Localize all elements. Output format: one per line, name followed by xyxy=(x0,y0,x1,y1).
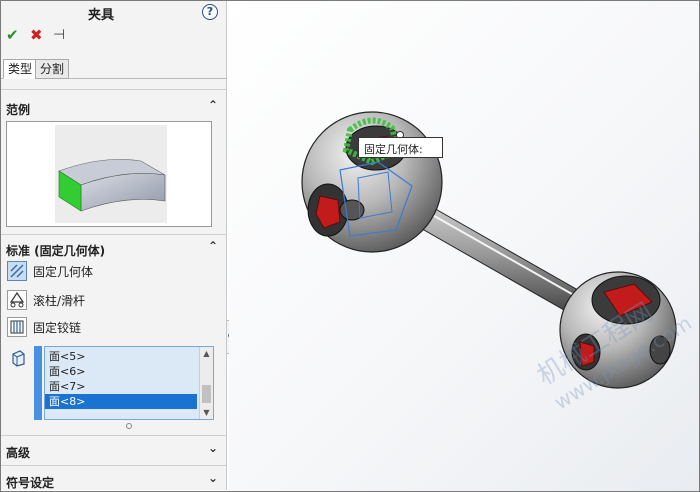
advanced-section-header[interactable]: 高级 ⌄ xyxy=(1,441,227,461)
standard-section-label: 标准 (固定几何体) xyxy=(6,244,106,258)
cancel-x-icon[interactable]: ✖ xyxy=(30,26,43,44)
tab-bar: 类型 分割 xyxy=(1,59,227,79)
pushpin-icon[interactable]: ⊣ xyxy=(53,27,65,43)
option-label: 固定几何体 xyxy=(33,265,94,279)
example-section-label: 范例 xyxy=(6,103,31,117)
panel-title: 夹具 xyxy=(87,8,114,23)
option-fixed-hinge[interactable]: 固定铰链 xyxy=(1,315,227,339)
ok-check-icon[interactable]: ✔ xyxy=(6,26,19,44)
property-manager-panel: 夹具 ? ✔ ✖ ⊣ 类型 分割 范例 ⌃ 标准 (固定几何体) ⌃ 固定几何体… xyxy=(1,1,227,490)
expand-chevron-icon[interactable]: ⌄ xyxy=(208,441,218,455)
roller-slider-icon xyxy=(7,290,27,310)
collapse-chevron-icon[interactable]: ⌃ xyxy=(208,98,218,112)
standard-section-header[interactable]: 标准 (固定几何体) ⌃ xyxy=(1,239,227,259)
list-resize-handle[interactable] xyxy=(126,423,132,429)
advanced-section-label: 高级 xyxy=(6,446,31,460)
curved-block-illustration xyxy=(58,159,166,212)
scroll-up-arrow-icon[interactable]: ▲ xyxy=(200,347,213,360)
symbol-section-label: 符号设定 xyxy=(6,476,55,490)
list-item[interactable]: 面<7> xyxy=(45,379,197,394)
example-preview-image xyxy=(55,125,167,223)
panel-header: 夹具 ? xyxy=(1,1,227,23)
list-item[interactable]: 面<5> xyxy=(45,349,197,364)
action-buttons: ✔ ✖ ⊣ xyxy=(1,25,227,47)
expand-chevron-icon[interactable]: ⌄ xyxy=(208,471,218,485)
selection-color-strip xyxy=(34,346,42,420)
fixture-callout[interactable]: 固定几何体: xyxy=(358,137,443,158)
scroll-thumb[interactable] xyxy=(202,385,211,403)
help-icon[interactable]: ? xyxy=(202,4,218,20)
fixed-hinge-icon xyxy=(7,317,27,337)
section-divider xyxy=(1,234,227,235)
graphics-viewport[interactable]: 固定几何体: 机械工程网 www.jxage.com xyxy=(229,1,699,491)
list-item[interactable]: 面<6> xyxy=(45,364,197,379)
example-section-header[interactable]: 范例 ⌃ xyxy=(1,98,227,118)
fixed-geometry-icon xyxy=(7,261,27,281)
section-divider xyxy=(1,89,227,90)
tab-type[interactable]: 类型 xyxy=(3,59,38,79)
section-divider xyxy=(1,465,227,466)
option-fixed-geometry[interactable]: 固定几何体 xyxy=(1,259,227,283)
option-roller-slider[interactable]: 滚柱/滑杆 xyxy=(1,288,227,312)
option-label: 固定铰链 xyxy=(33,321,82,335)
tab-split[interactable]: 分割 xyxy=(35,59,70,79)
example-preview xyxy=(6,121,212,227)
scroll-down-arrow-icon[interactable]: ▼ xyxy=(200,406,213,419)
collapse-chevron-icon[interactable]: ⌃ xyxy=(208,239,218,253)
symbol-section-header[interactable]: 符号设定 ⌄ xyxy=(1,471,227,491)
face-selection-list[interactable]: 面<5> 面<6> 面<7> 面<8> ▲ ▼ xyxy=(44,346,214,420)
section-divider xyxy=(1,435,227,436)
list-scrollbar[interactable]: ▲ ▼ xyxy=(199,347,213,419)
face-selection-icon xyxy=(9,349,27,367)
list-item-selected[interactable]: 面<8> xyxy=(45,394,197,409)
option-label: 滚柱/滑杆 xyxy=(33,294,86,308)
dumbbell-wrench-model[interactable] xyxy=(229,1,699,491)
